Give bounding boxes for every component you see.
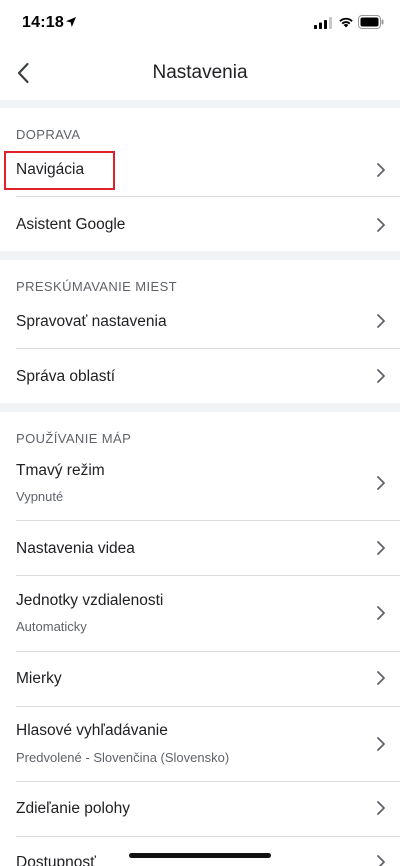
- settings-item-distance-units[interactable]: Jednotky vzdialenosti Automaticky: [0, 576, 400, 651]
- settings-item-label: Hlasové vyhľadávanie: [16, 722, 168, 739]
- settings-item-label: Spravovať nastavenia: [16, 313, 167, 330]
- settings-item-location-sharing[interactable]: Zdieľanie polohy: [0, 782, 400, 836]
- section-separator: [0, 100, 400, 108]
- settings-item-value: Vypnuté: [16, 489, 64, 504]
- chevron-right-icon: [377, 369, 385, 383]
- settings-item-value: Predvolené - Slovenčina (Slovensko): [16, 750, 230, 765]
- settings-item-manage-areas[interactable]: Správa oblastí: [0, 349, 400, 403]
- settings-item-scales[interactable]: Mierky: [0, 652, 400, 706]
- section-header-transport: DOPRAVA: [16, 127, 81, 142]
- settings-item-label: Správa oblastí: [16, 368, 116, 385]
- settings-item-label: Jednotky vzdialenosti: [16, 592, 164, 609]
- settings-item-google-assistant[interactable]: Asistent Google: [0, 197, 400, 251]
- settings-item-label: Mierky: [16, 670, 62, 687]
- home-indicator[interactable]: [129, 853, 271, 858]
- section-header-maps: POUŽÍVANIE MÁP: [16, 431, 132, 446]
- wifi-icon: [339, 17, 353, 28]
- chevron-right-icon: [377, 855, 385, 866]
- settings-item-video-settings[interactable]: Nastavenia videa: [0, 521, 400, 575]
- status-time: 14:18: [22, 14, 64, 31]
- settings-item-dark-mode[interactable]: Tmavý režim Vypnuté: [0, 447, 400, 520]
- location-arrow-icon: [66, 17, 76, 27]
- page-title: Nastavenia: [152, 62, 248, 83]
- battery-icon: [358, 15, 384, 29]
- settings-item-voice-search[interactable]: Hlasové vyhľadávanie Predvolené - Sloven…: [0, 707, 400, 781]
- section-header-explore: PRESKÚMAVANIE MIEST: [16, 279, 177, 294]
- settings-item-label: Asistent Google: [16, 216, 126, 233]
- settings-screen: 14:18 Nastavenia DOPRAVA Navigácia Asist…: [0, 0, 400, 866]
- chevron-right-icon: [377, 671, 385, 685]
- chevron-right-icon: [377, 163, 385, 177]
- chevron-right-icon: [377, 737, 385, 751]
- highlight-box: [4, 151, 115, 190]
- settings-item-accessibility[interactable]: Dostupnosť: [0, 837, 400, 866]
- app-header: Nastavenia: [0, 46, 400, 100]
- chevron-right-icon: [377, 476, 385, 490]
- chevron-right-icon: [377, 541, 385, 555]
- chevron-right-icon: [377, 801, 385, 815]
- settings-item-manage-settings[interactable]: Spravovať nastavenia: [0, 295, 400, 348]
- section-separator: [0, 251, 400, 260]
- chevron-right-icon: [377, 314, 385, 328]
- status-bar: 14:18: [0, 0, 400, 46]
- settings-item-label: Zdieľanie polohy: [16, 800, 130, 817]
- chevron-right-icon: [377, 606, 385, 620]
- signal-icon: [314, 17, 332, 29]
- settings-item-label: Dostupnosť: [16, 854, 96, 866]
- settings-item-value: Automaticky: [16, 619, 87, 634]
- section-separator: [0, 403, 400, 412]
- settings-item-label: Tmavý režim: [16, 462, 105, 479]
- settings-item-label: Nastavenia videa: [16, 540, 135, 557]
- chevron-right-icon: [377, 218, 385, 232]
